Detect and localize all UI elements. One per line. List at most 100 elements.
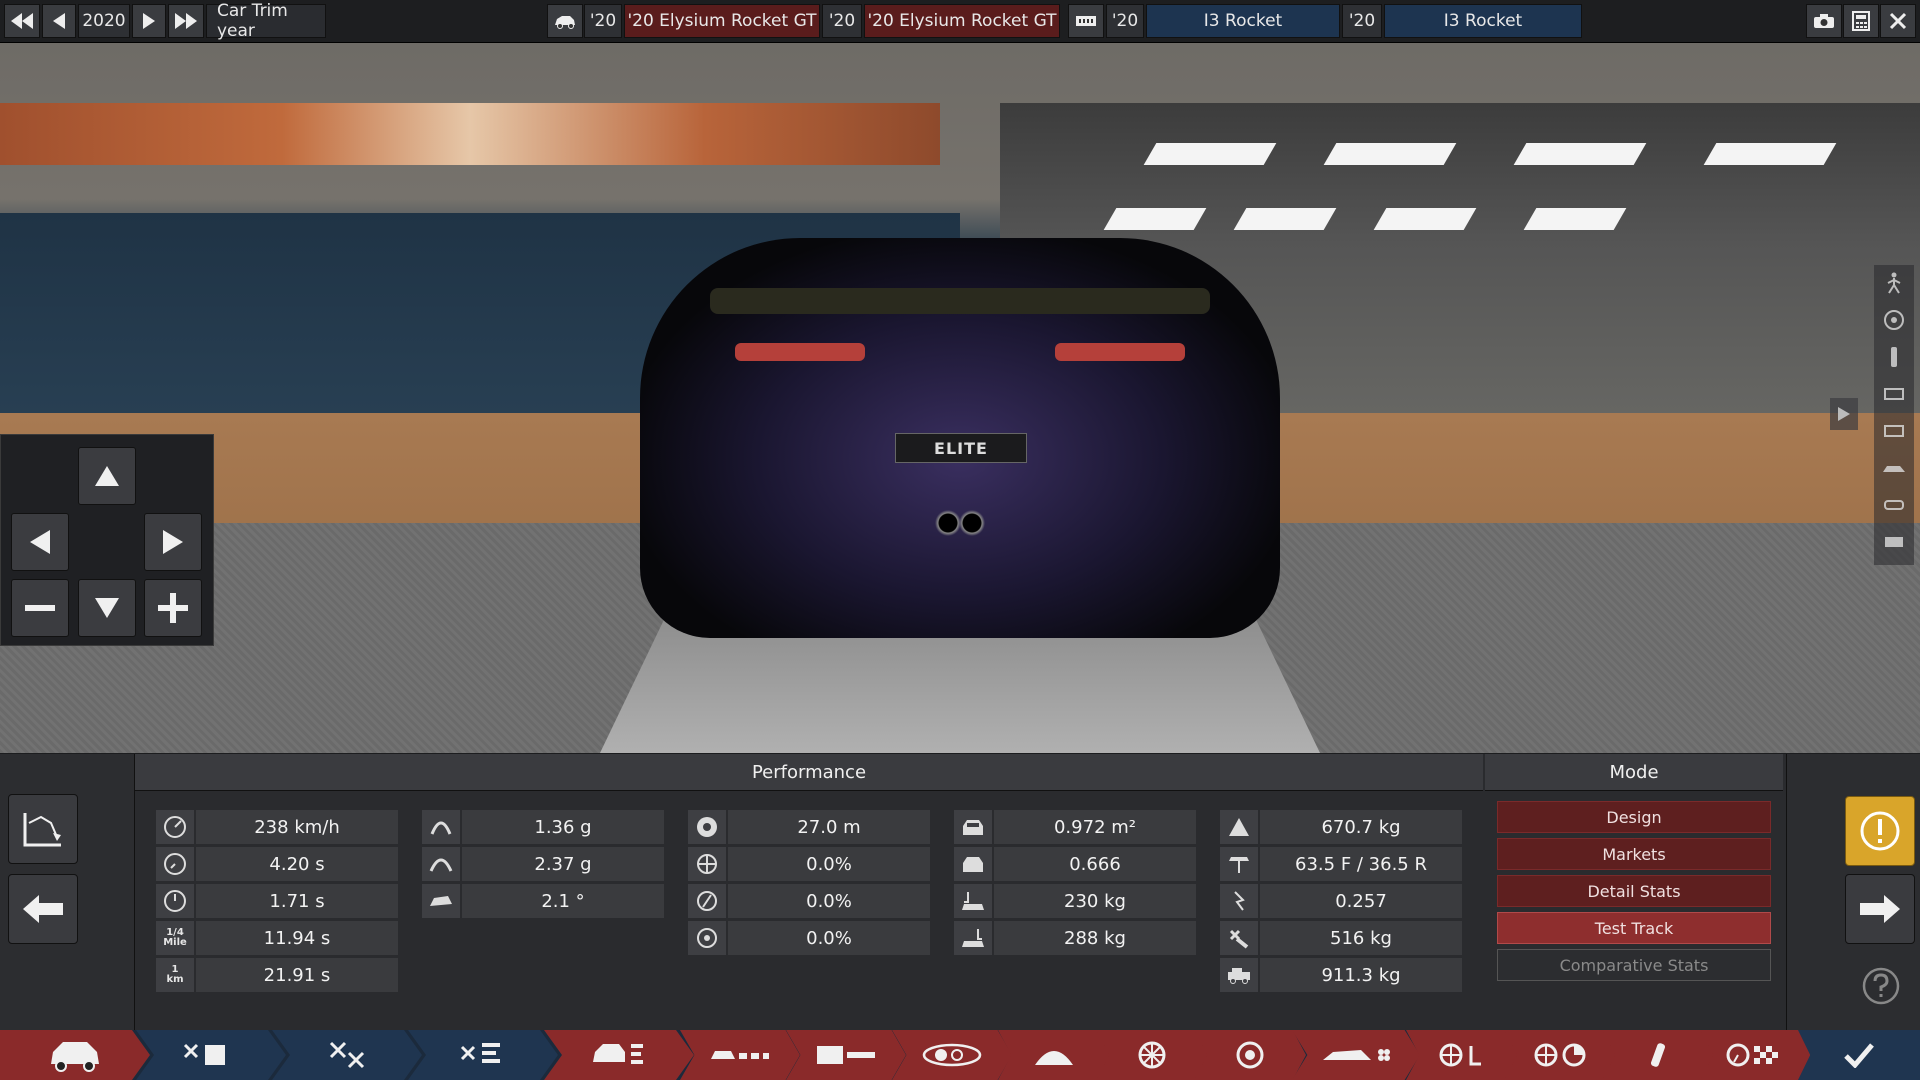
wheels-tab[interactable] [1096,1030,1208,1080]
drivetrain-tab[interactable] [1504,1030,1616,1080]
zoom-in-icon[interactable] [144,579,202,637]
stat-brake-fade-3: 0.0% [728,921,930,955]
stat-quarter-mile: 11.94 s [196,921,398,955]
stat-accel-0-100: 4.20 s [196,847,398,881]
engine-weight-icon [1220,921,1258,955]
slot-1-year: '20 [584,4,622,38]
garage-viewport[interactable]: ELITE [0,43,1920,753]
ceiling-light [1373,208,1477,230]
engine-variant-selector[interactable]: I3 Rocket [1384,4,1582,38]
mode-design-button[interactable]: Design [1497,801,1771,833]
stat-weight-distribution: 63.5 F / 36.5 R [1260,847,1462,881]
fuel-tab[interactable] [1602,1030,1714,1080]
prev-year-icon[interactable] [42,4,76,38]
license-plate: ELITE [895,433,1027,463]
suspension-tab[interactable] [786,1030,906,1080]
stat-weight: 670.7 kg [1260,810,1462,844]
ceiling-light [1523,208,1627,230]
right-arrow-icon[interactable] [144,513,202,571]
chassis-tab[interactable] [680,1030,800,1080]
next-year-icon[interactable] [132,4,166,38]
cornering-icon [422,810,460,844]
stat-body-roll: 2.1 ° [462,884,664,918]
year-label: Car Trim year [206,1,326,41]
wheel-view-icon[interactable] [1877,305,1911,335]
lights-tab[interactable] [892,1030,1012,1080]
brakes-tab[interactable] [998,1030,1110,1080]
weight-icon [1220,810,1258,844]
engine-view-icon[interactable] [1877,379,1911,409]
mode-detail-stats-button[interactable]: Detail Stats [1497,875,1771,907]
paint-icon[interactable] [1877,342,1911,372]
car-trim-tab[interactable] [544,1030,694,1080]
help-icon[interactable] [1861,966,1901,1006]
stat-brake-fade-2: 0.0% [728,884,930,918]
engine-trim-tab[interactable] [408,1030,558,1080]
drag-coefficient-icon [954,847,992,881]
ceiling-light [1323,143,1457,165]
brake-fade-3-icon [688,921,726,955]
body-view-icon[interactable] [1877,453,1911,483]
zoom-out-icon[interactable] [11,579,69,637]
stat-rear-downforce: 288 kg [994,921,1196,955]
trim-selector[interactable]: '20 Elysium Rocket GT [864,4,1060,38]
slot-3-year: '20 [1106,4,1144,38]
model-selector[interactable]: '20 Elysium Rocket GT [624,4,820,38]
exhaust-pipes [930,508,990,538]
mode-comparative-stats-button[interactable]: Comparative Stats [1497,949,1771,981]
accel-0-60-icon [156,884,194,918]
stats-panel: Performance Mode 238 km/h 4.20 s 1.71 s … [0,754,1920,1030]
engine-tab[interactable] [272,1030,422,1080]
car-model-icon [547,4,583,38]
expand-strip-icon[interactable] [1830,398,1858,430]
mode-markets-button[interactable]: Markets [1497,838,1771,870]
test-track-tab[interactable] [1700,1030,1812,1080]
engine-model-icon [1068,4,1104,38]
warning-icon[interactable] [1845,796,1915,866]
body-roll-icon [422,884,460,918]
close-icon[interactable] [1880,4,1916,38]
rewind-icon[interactable] [4,4,40,38]
left-arrow-icon[interactable] [11,513,69,571]
interior-tab[interactable] [1406,1030,1518,1080]
down-arrow-icon[interactable] [78,579,136,637]
ceiling-light [1233,208,1337,230]
rims-tab[interactable] [1194,1030,1306,1080]
engine-family-selector[interactable]: I3 Rocket [1146,4,1340,38]
up-arrow-icon[interactable] [78,447,136,505]
rear-wing [710,288,1210,314]
quarter-mile-icon: 1/4 Mile [156,921,194,955]
stat-accel-0-60: 1.71 s [196,884,398,918]
stat-frontal-area: 0.972 m² [994,810,1196,844]
top-speed-icon [156,810,194,844]
slot-4-year: '20 [1342,4,1382,38]
ceiling-light [1103,208,1207,230]
interior-view-icon[interactable] [1877,490,1911,520]
finish-tab[interactable] [1798,1030,1920,1080]
mode-test-track-button[interactable]: Test Track [1497,912,1771,944]
back-arrow-icon[interactable] [8,874,78,944]
stat-one-km: 21.91 s [196,958,398,992]
engine-design-tab[interactable] [136,1030,286,1080]
stat-braking-g: 2.37 g [462,847,664,881]
calculator-icon[interactable] [1843,4,1879,38]
engine-block-icon[interactable] [1877,527,1911,557]
stat-front-downforce: 230 kg [994,884,1196,918]
one-km-bottom: km [166,974,184,985]
fast-forward-icon[interactable] [168,4,204,38]
left-action-column [0,754,135,1030]
car-tab[interactable] [0,1030,150,1080]
slot-2-year: '20 [822,4,862,38]
stat-total-weight: 911.3 kg [1260,958,1462,992]
stat-power-to-weight: 0.257 [1260,884,1462,918]
aero-tab[interactable] [1292,1030,1420,1080]
person-icon[interactable] [1877,268,1911,298]
brake-fade-icon [688,847,726,881]
next-arrow-icon[interactable] [1845,874,1915,944]
braking-g-icon [422,847,460,881]
ceiling-light [1513,143,1647,165]
chassis-view-icon[interactable] [1877,416,1911,446]
test-track-graph-icon[interactable] [8,794,78,864]
camera-icon[interactable] [1806,4,1842,38]
top-bar: 2020 Car Trim year '20 '20 Elysium Rocke… [0,0,1920,43]
